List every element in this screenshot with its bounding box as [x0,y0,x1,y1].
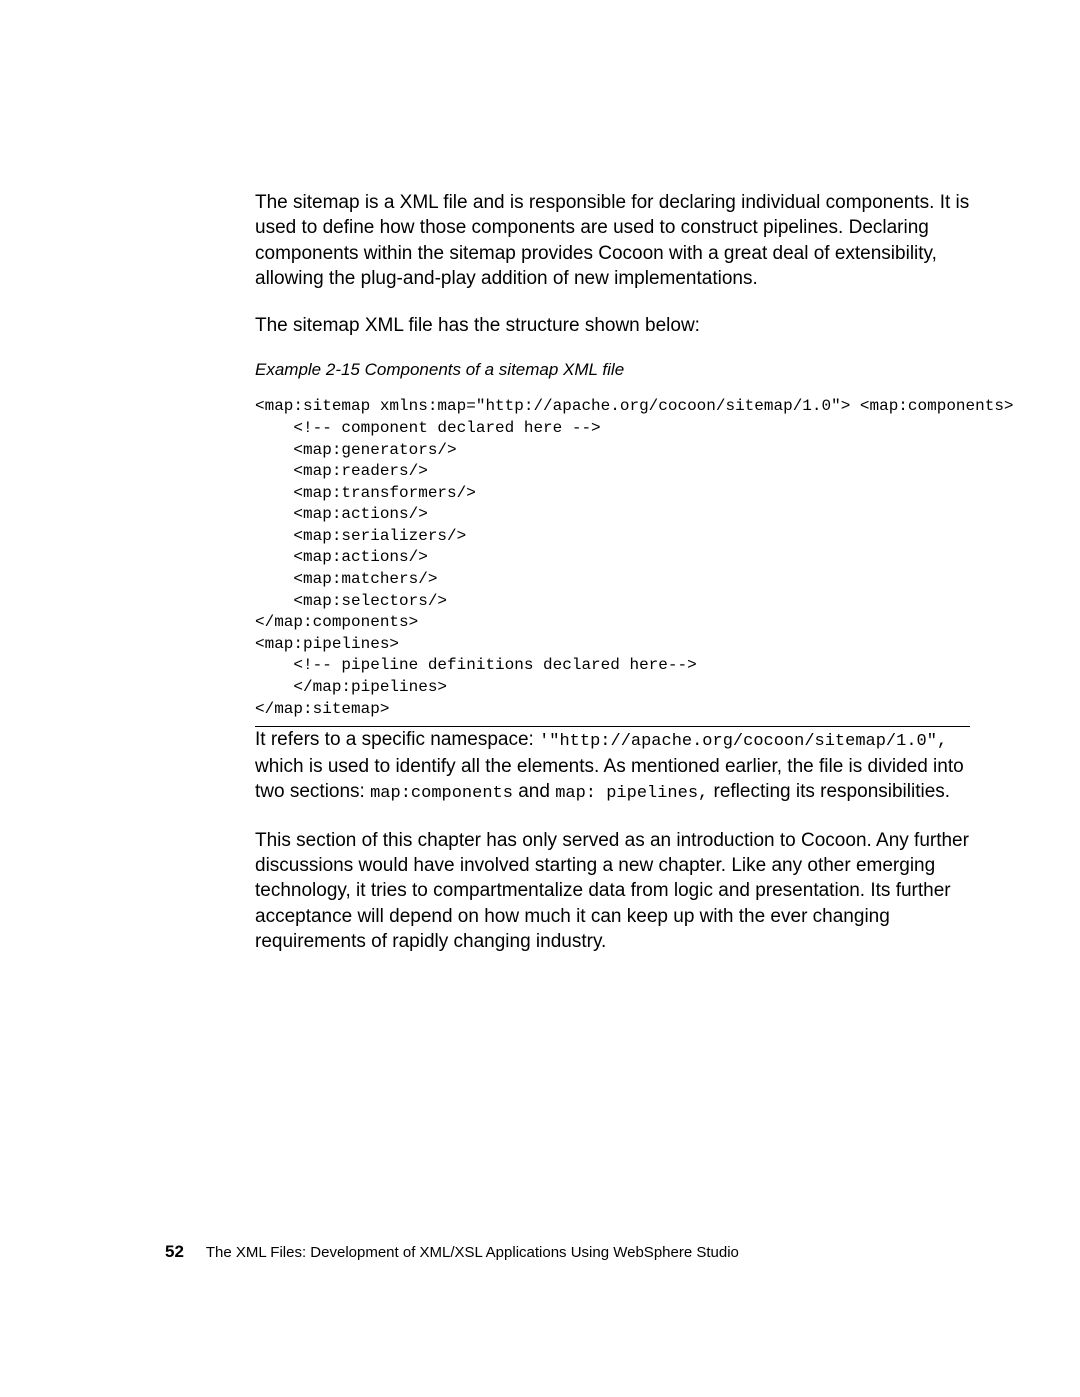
example-caption: Example 2-15 Components of a sitemap XML… [255,360,970,380]
page-footer: 52 The XML Files: Development of XML/XSL… [165,1242,739,1262]
paragraph-namespace: It refers to a specific namespace: '"htt… [255,727,970,805]
paragraph-lead: The sitemap XML file has the structure s… [255,313,970,338]
inline-code: '"http://apache.org/cocoon/sitemap/1.0", [539,732,947,751]
page-content: The sitemap is a XML file and is respons… [0,0,1080,954]
page-number: 52 [165,1242,184,1261]
paragraph-conclusion: This section of this chapter has only se… [255,828,970,954]
footer-title: The XML Files: Development of XML/XSL Ap… [206,1244,739,1261]
inline-code: map:components [370,784,513,803]
text-run: It refers to a specific namespace: [255,729,539,750]
text-run: and [513,781,555,802]
text-run: reflecting its responsibilities. [708,781,950,802]
code-example: <map:sitemap xmlns:map="http://apache.or… [255,396,970,727]
inline-code: map: pipelines, [555,784,708,803]
paragraph-intro: The sitemap is a XML file and is respons… [255,190,970,291]
